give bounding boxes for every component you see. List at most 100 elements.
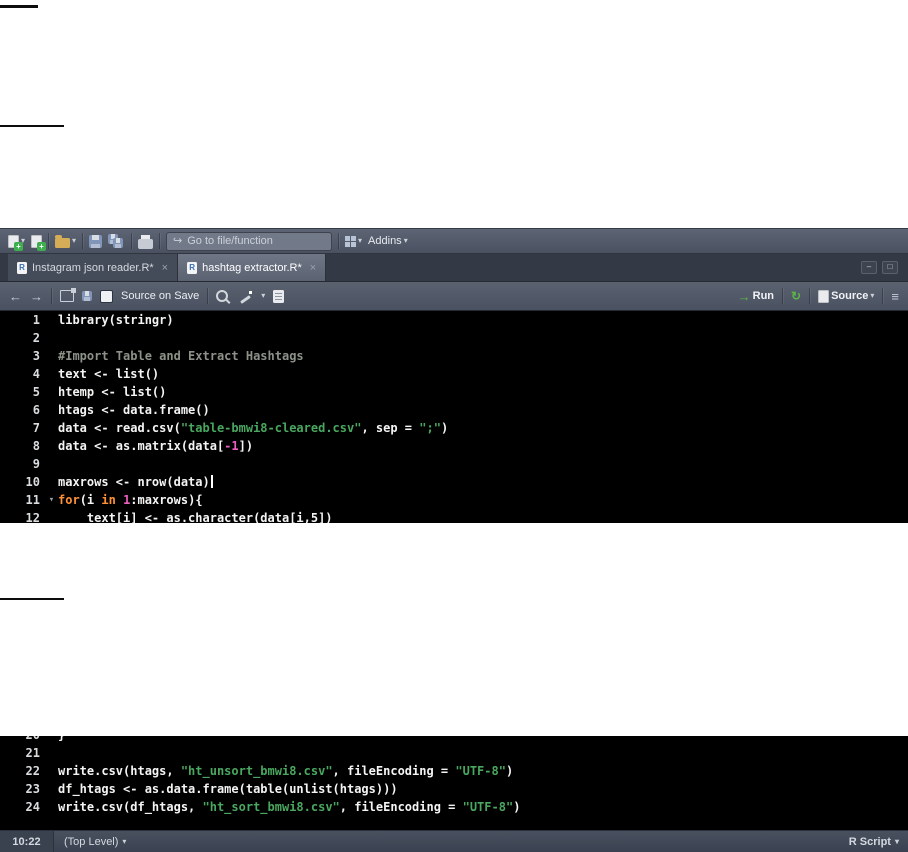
fold-gutter xyxy=(45,383,58,401)
chevron-down-icon[interactable]: ▾ xyxy=(261,292,265,300)
code-line[interactable]: 1 library(stringr) xyxy=(0,311,908,329)
maximize-pane-button[interactable]: □ xyxy=(882,261,898,274)
file-type-selector[interactable]: R Script ▾ xyxy=(849,836,899,848)
toolbar-separator xyxy=(159,233,161,249)
print-button[interactable] xyxy=(138,234,154,249)
source-on-save-checkbox[interactable] xyxy=(100,289,113,303)
minimize-pane-button[interactable]: – xyxy=(861,261,877,274)
code-line[interactable]: 10 maxrows <- nrow(data) xyxy=(0,473,908,491)
chevron-down-icon[interactable]: ▾ xyxy=(870,292,874,300)
goto-arrow-icon: ↪ xyxy=(173,234,183,247)
chevron-down-icon[interactable]: ▾ xyxy=(358,237,362,245)
tab-label: hashtag extractor.R* xyxy=(202,261,302,274)
forward-button[interactable]: → xyxy=(30,289,43,304)
r-file-icon: R xyxy=(17,261,27,274)
new-file-button[interactable]: + ▾ xyxy=(8,234,25,251)
chevron-down-icon[interactable]: ▾ xyxy=(72,237,76,245)
code-tools-wand-icon[interactable] xyxy=(239,290,253,303)
fold-gutter xyxy=(45,744,58,762)
code-line[interactable]: 8 data <- as.matrix(data[-1]) xyxy=(0,437,908,455)
goto-file-function-input[interactable] xyxy=(187,235,306,247)
addins-grid-icon xyxy=(345,235,357,247)
tab-hashtag-extractor[interactable]: R hashtag extractor.R* × xyxy=(178,254,327,281)
line-number: 21 xyxy=(25,746,40,760)
fold-gutter xyxy=(45,311,58,329)
r-file-icon: R xyxy=(187,261,198,274)
code-line[interactable]: 6 htags <- data.frame() xyxy=(0,401,908,419)
toolbar-separator xyxy=(782,288,784,304)
code-editor-empty-space[interactable] xyxy=(0,816,908,830)
scope-selector[interactable]: (Top Level) ▾ xyxy=(64,836,126,848)
fold-toggle-icon[interactable]: ▾ xyxy=(45,491,58,509)
code-line[interactable]: 7 data <- read.csv("table-bmwi8-cleared.c… xyxy=(0,419,908,437)
close-icon[interactable]: × xyxy=(162,262,168,274)
source-label: Source xyxy=(831,290,869,302)
new-project-button[interactable]: + xyxy=(31,234,47,251)
code-line[interactable]: 4 text <- list() xyxy=(0,365,908,383)
toolbar-separator xyxy=(82,233,84,249)
code-line[interactable]: 23 df_htags <- as.data.frame(table(unlist… xyxy=(0,780,908,798)
line-number: 9 xyxy=(32,457,40,471)
editor-toolbar: ← → Source on Save ▾ → Run ↻ Source ▾ ≡ xyxy=(0,282,908,311)
fold-gutter xyxy=(45,419,58,437)
scope-label: (Top Level) xyxy=(64,835,119,848)
fold-gutter xyxy=(45,365,58,383)
code-line[interactable]: 3 #Import Table and Extract Hashtags xyxy=(0,347,908,365)
fold-gutter xyxy=(45,473,58,491)
run-label: Run xyxy=(752,290,775,302)
open-in-new-window-icon[interactable] xyxy=(60,288,76,302)
document-outline-icon[interactable]: ≡ xyxy=(891,289,899,304)
code-line[interactable]: 11 ▾ for(i in 1:maxrows){ xyxy=(0,491,908,509)
page-rule-middle xyxy=(0,125,64,127)
tab-instagram-json-reader[interactable]: R Instagram json reader.R* × xyxy=(8,254,179,281)
close-icon[interactable]: × xyxy=(310,262,316,274)
addins-grid-button[interactable]: ▾ xyxy=(345,235,362,247)
code-line[interactable]: 20} xyxy=(0,736,908,744)
rerun-previous-icon[interactable]: ↻ xyxy=(791,289,801,303)
toolbar-separator xyxy=(338,233,340,249)
fold-gutter xyxy=(45,762,58,780)
goto-file-function-box[interactable]: ↪ xyxy=(166,231,333,251)
toolbar-separator xyxy=(131,233,133,249)
source-on-save-label: Source on Save xyxy=(121,290,200,302)
run-button[interactable]: → Run xyxy=(738,289,774,304)
pane-window-controls: – □ xyxy=(861,261,898,274)
code-editor[interactable]: 20} 21 22 write.csv(htags, "ht_unsort_bmwi8… xyxy=(0,736,908,816)
chevron-down-icon: ▾ xyxy=(403,236,408,245)
toolbar-separator xyxy=(48,233,50,249)
code-text: df_htags <- as.data.frame(table(unlist(h… xyxy=(58,782,398,796)
code-editor[interactable]: 1 library(stringr) 2 3 #Import Table and Ext… xyxy=(0,311,908,523)
rstudio-screenshot-bottom: 20} 21 22 write.csv(htags, "ht_unsort_bmwi8… xyxy=(0,736,908,852)
document-page: + ▾ + ▾ ↪ Go to file/function ▾ Addins ▾… xyxy=(0,0,908,852)
line-number: 7 xyxy=(32,421,40,435)
save-all-button[interactable] xyxy=(108,233,125,249)
toolbar-separator xyxy=(51,288,52,304)
line-number: 11 xyxy=(25,493,40,507)
line-number: 4 xyxy=(32,367,40,381)
back-button[interactable]: ← xyxy=(9,289,22,304)
line-number: 20 xyxy=(0,736,45,744)
code-line[interactable]: 24 write.csv(df_htags, "ht_sort_bmwi8.csv… xyxy=(0,798,908,816)
code-line[interactable]: 21 xyxy=(0,744,908,762)
line-number: 5 xyxy=(32,385,40,399)
open-file-button[interactable]: ▾ xyxy=(55,234,76,248)
code-line[interactable]: 12 text[i] <- as.character(data[i,5]) xyxy=(0,509,908,523)
code-text: } xyxy=(58,736,65,744)
addins-menu[interactable]: Addins ▾ xyxy=(368,235,408,247)
fold-gutter xyxy=(45,347,58,365)
plus-glyph: + xyxy=(14,241,23,251)
source-button[interactable]: Source ▾ xyxy=(818,289,874,303)
cursor-position[interactable]: 10:22 xyxy=(0,831,54,852)
save-button[interactable] xyxy=(89,234,103,248)
code-line[interactable]: 5 htemp <- list() xyxy=(0,383,908,401)
code-line[interactable]: 2 xyxy=(0,329,908,347)
page-rule-top xyxy=(0,5,38,8)
code-line[interactable]: 9 xyxy=(0,455,908,473)
toolbar-separator xyxy=(809,288,811,304)
compile-report-icon[interactable] xyxy=(273,289,285,303)
line-number: 12 xyxy=(25,511,40,523)
line-number: 22 xyxy=(25,764,40,778)
find-replace-icon[interactable] xyxy=(216,290,229,302)
code-line[interactable]: 22 write.csv(htags, "ht_unsort_bmwi8.csv"… xyxy=(0,762,908,780)
save-icon[interactable] xyxy=(82,291,92,301)
